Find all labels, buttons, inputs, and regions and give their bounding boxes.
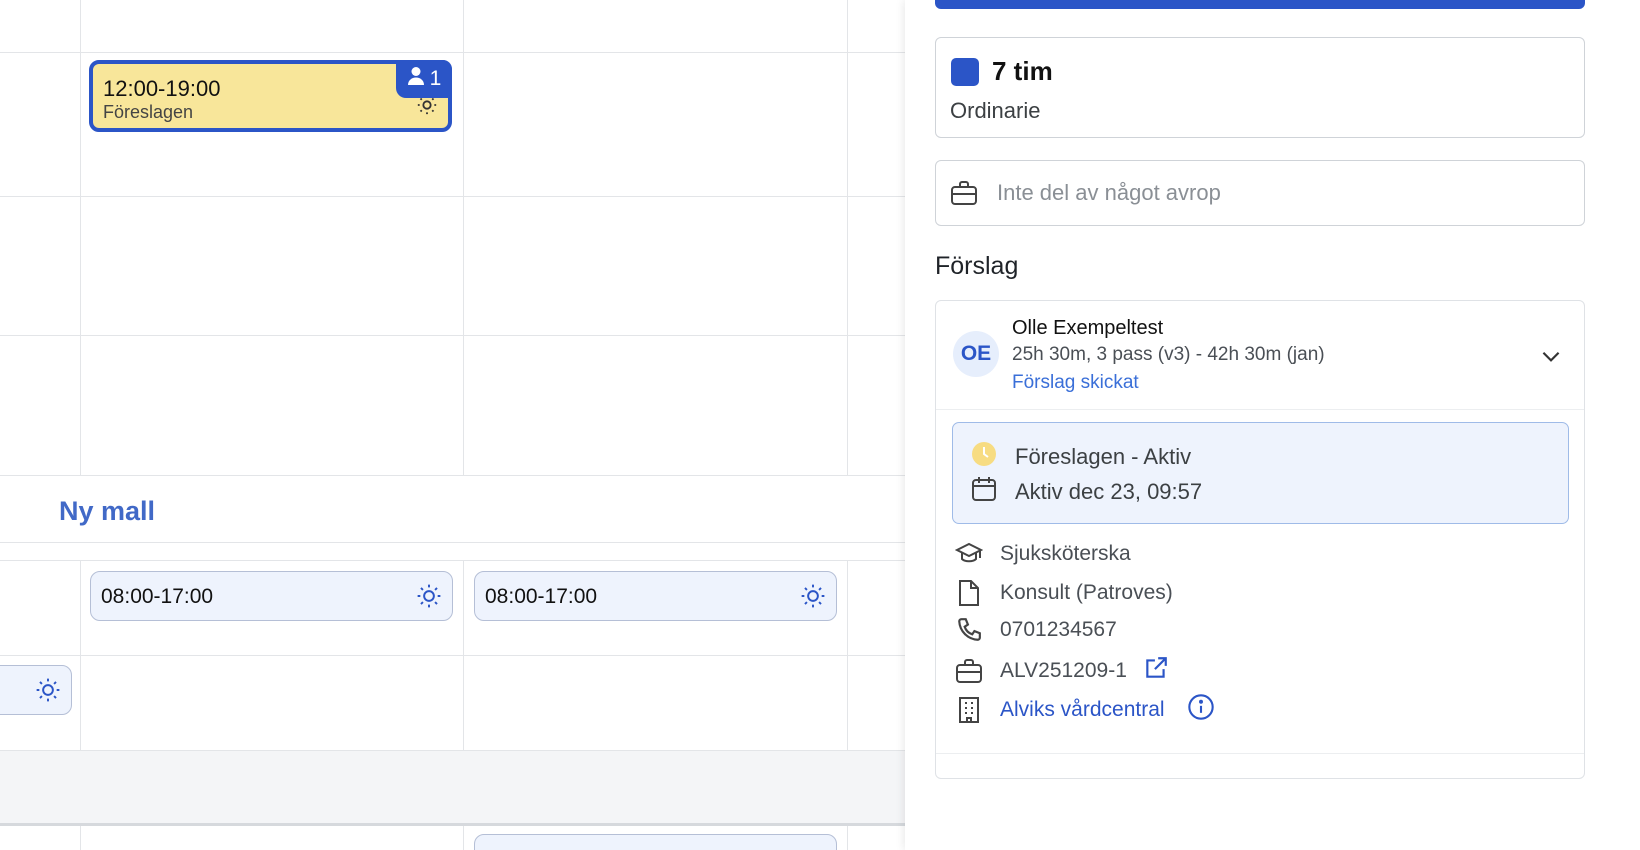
employment-type: Konsult (Patroves) bbox=[1000, 581, 1173, 604]
sun-icon bbox=[35, 677, 61, 708]
hours-summary: 7 tim Ordinarie bbox=[935, 37, 1585, 138]
proposal-state: Föreslagen - Aktiv bbox=[1015, 444, 1192, 469]
unit-link[interactable]: Alviks vårdcentral bbox=[1000, 698, 1165, 722]
selected-shift-card[interactable]: 12:00-19:00 Föreslagen 1 bbox=[89, 60, 452, 132]
shift-time: 08:00-17:00 bbox=[485, 585, 598, 608]
shift-hours: 7 tim bbox=[992, 56, 1053, 86]
role-row: Sjuksköterska bbox=[954, 541, 1131, 567]
proposal-card-footer bbox=[936, 753, 1584, 778]
document-icon bbox=[954, 579, 984, 607]
assigned-count-badge: 1 bbox=[396, 60, 452, 98]
new-template-link[interactable]: Ny mall bbox=[59, 496, 155, 527]
info-icon[interactable] bbox=[1187, 693, 1215, 727]
proposal-header[interactable]: OE Olle Exempeltest 25h 30m, 3 pass (v3)… bbox=[936, 301, 1584, 410]
clock-icon bbox=[971, 441, 997, 473]
unit-row: Alviks vårdcentral bbox=[954, 693, 1215, 727]
shift-card[interactable] bbox=[0, 665, 72, 715]
phone-number: 0701234567 bbox=[1000, 618, 1117, 641]
sun-icon bbox=[416, 94, 438, 121]
phone-icon bbox=[954, 617, 984, 643]
proposal-status: Förslag skickat bbox=[1012, 372, 1139, 393]
shift-detail-panel: 7 tim Ordinarie Inte del av något avrop … bbox=[905, 0, 1640, 850]
external-link-icon[interactable] bbox=[1143, 655, 1169, 687]
person-hours-stats: 25h 30m, 3 pass (v3) - 42h 30m (jan) bbox=[1012, 344, 1325, 365]
briefcase-icon bbox=[950, 180, 978, 211]
active-since: Aktiv dec 23, 09:57 bbox=[1015, 479, 1203, 504]
building-icon bbox=[954, 696, 984, 724]
phone-row: 0701234567 bbox=[954, 617, 1117, 643]
avatar: OE bbox=[953, 331, 999, 377]
person-icon bbox=[407, 66, 425, 92]
order-row: ALV251209-1 bbox=[954, 655, 1169, 687]
primary-action-button[interactable] bbox=[935, 0, 1585, 9]
proposal-card: OE Olle Exempeltest 25h 30m, 3 pass (v3)… bbox=[935, 300, 1585, 779]
proposals-heading: Förslag bbox=[935, 252, 1019, 280]
role: Sjuksköterska bbox=[1000, 542, 1131, 565]
shift-type: Ordinarie bbox=[950, 98, 1041, 123]
assigned-count: 1 bbox=[429, 67, 442, 90]
proposal-state-box: Föreslagen - Aktiv Aktiv dec 23, 09:57 bbox=[952, 422, 1569, 524]
graduation-cap-icon bbox=[954, 541, 984, 567]
order-id: ALV251209-1 bbox=[1000, 659, 1127, 682]
shift-card[interactable] bbox=[474, 834, 837, 850]
person-name: Olle Exempeltest bbox=[1012, 317, 1164, 339]
sun-icon bbox=[416, 583, 442, 614]
calendar-icon bbox=[971, 476, 997, 508]
shift-time: 08:00-17:00 bbox=[101, 585, 214, 608]
shift-type-color-swatch bbox=[951, 58, 979, 86]
avrop-select[interactable]: Inte del av något avrop bbox=[935, 160, 1585, 226]
avrop-placeholder: Inte del av något avrop bbox=[997, 180, 1221, 205]
calendar-grid: Ny mall 12:00-19:00 Föreslagen 1 08:00-1… bbox=[0, 0, 905, 850]
shift-card[interactable]: 08:00-17:00 bbox=[474, 571, 837, 621]
employment-row: Konsult (Patroves) bbox=[954, 579, 1173, 607]
shift-card[interactable]: 08:00-17:00 bbox=[90, 571, 453, 621]
shift-status: Föreslagen bbox=[103, 102, 194, 122]
sun-icon bbox=[800, 583, 826, 614]
chevron-down-icon[interactable] bbox=[1538, 343, 1564, 374]
shift-time: 12:00-19:00 bbox=[103, 76, 221, 101]
briefcase-icon bbox=[954, 658, 984, 684]
